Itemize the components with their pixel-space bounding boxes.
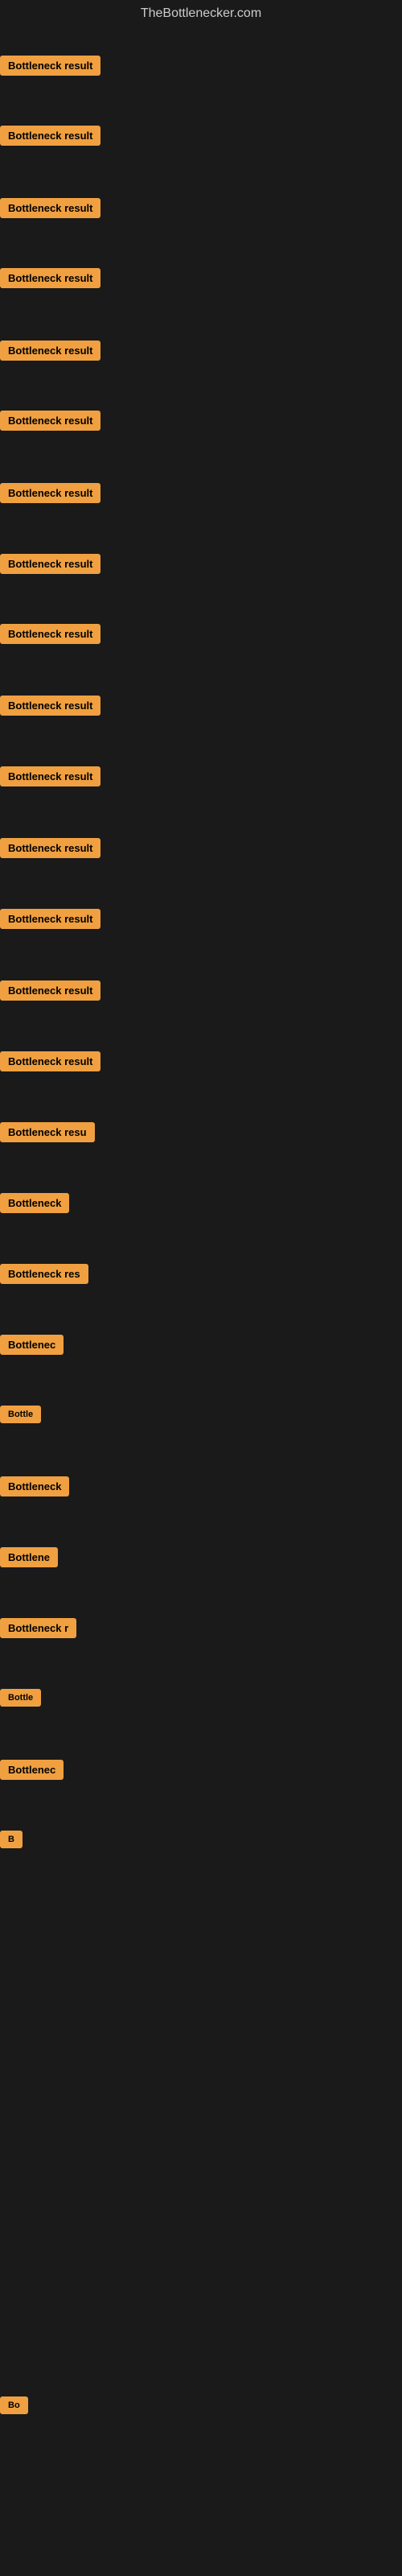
bottleneck-item: Bottlenec	[0, 1331, 64, 1362]
site-title: TheBottlenecker.com	[0, 0, 402, 31]
bottleneck-badge: Bottleneck result	[0, 838, 100, 858]
bottleneck-badge: Bottleneck	[0, 1476, 69, 1496]
bottleneck-item: Bottleneck result	[0, 692, 100, 723]
bottleneck-item: Bottleneck r	[0, 1615, 76, 1645]
bottleneck-badge: Bottleneck resu	[0, 1122, 95, 1142]
bottleneck-badge: Bottlenec	[0, 1335, 64, 1355]
bottleneck-badge: Bottleneck result	[0, 1051, 100, 1071]
bottleneck-item: Bottle	[0, 1686, 41, 1714]
bottleneck-item: Bottleneck result	[0, 265, 100, 295]
bottleneck-badge: Bottleneck result	[0, 483, 100, 503]
bottleneck-badge: Bottleneck result	[0, 909, 100, 929]
bottleneck-item: B	[0, 1827, 23, 1856]
bottleneck-item: Bottleneck result	[0, 977, 100, 1008]
bottleneck-item: Bottleneck result	[0, 122, 100, 153]
bottleneck-badge: B	[0, 1831, 23, 1848]
bottleneck-item: Bo	[0, 2393, 28, 2421]
bottleneck-badge: Bottleneck	[0, 1193, 69, 1213]
bottleneck-item: Bottleneck result	[0, 337, 100, 368]
bottleneck-item: Bottleneck result	[0, 480, 100, 510]
bottleneck-badge: Bottleneck result	[0, 980, 100, 1001]
bottleneck-badge: Bottleneck result	[0, 766, 100, 786]
bottleneck-item: Bottleneck	[0, 1190, 69, 1220]
bottleneck-item: Bottleneck result	[0, 906, 100, 936]
bottleneck-item: Bottleneck result	[0, 1048, 100, 1079]
bottleneck-badge: Bottle	[0, 1406, 41, 1423]
bottleneck-item: Bottleneck result	[0, 52, 100, 83]
bottleneck-badge: Bottleneck result	[0, 624, 100, 644]
bottleneck-item: Bottlene	[0, 1544, 58, 1575]
bottleneck-badge: Bottleneck result	[0, 198, 100, 218]
bottleneck-badge: Bottleneck result	[0, 341, 100, 361]
bottleneck-badge: Bottle	[0, 1689, 41, 1707]
bottleneck-item: Bottleneck result	[0, 835, 100, 865]
bottleneck-item: Bottleneck result	[0, 763, 100, 794]
bottleneck-badge: Bottleneck res	[0, 1264, 88, 1284]
bottleneck-badge: Bottleneck result	[0, 56, 100, 76]
bottleneck-item: Bottleneck result	[0, 407, 100, 438]
bottleneck-badge: Bottleneck result	[0, 268, 100, 288]
bottleneck-item: Bottlenec	[0, 1757, 64, 1787]
bottleneck-item: Bottleneck result	[0, 551, 100, 581]
bottleneck-badge: Bottlene	[0, 1547, 58, 1567]
bottleneck-item: Bottleneck result	[0, 621, 100, 651]
bottleneck-item: Bottleneck resu	[0, 1119, 95, 1150]
bottleneck-badge: Bottleneck r	[0, 1618, 76, 1638]
bottleneck-item: Bottleneck res	[0, 1261, 88, 1291]
bottleneck-item: Bottleneck result	[0, 195, 100, 225]
bottleneck-badge: Bottlenec	[0, 1760, 64, 1780]
bottleneck-badge: Bottleneck result	[0, 126, 100, 146]
bottleneck-item: Bottleneck	[0, 1473, 69, 1504]
bottleneck-badge: Bottleneck result	[0, 554, 100, 574]
bottleneck-badge: Bottleneck result	[0, 696, 100, 716]
bottleneck-item: Bottle	[0, 1402, 41, 1430]
bottleneck-badge: Bottleneck result	[0, 411, 100, 431]
bottleneck-badge: Bo	[0, 2396, 28, 2414]
